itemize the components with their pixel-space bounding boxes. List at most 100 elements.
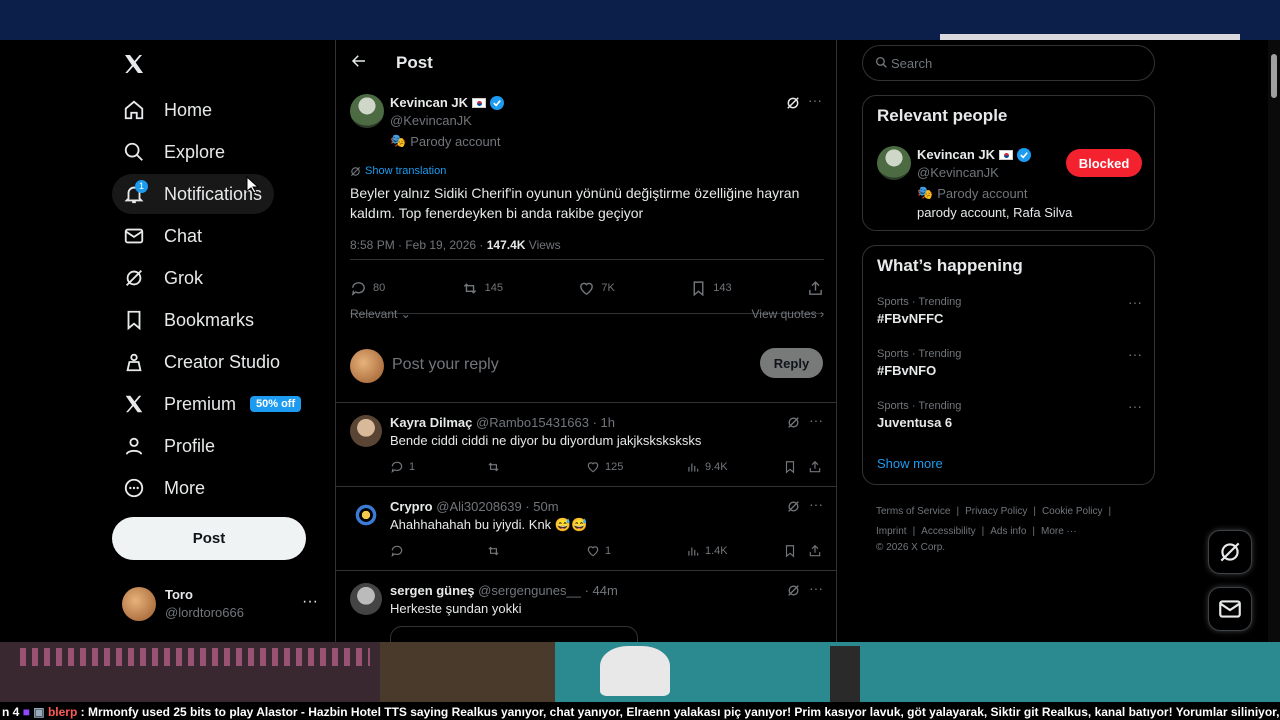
share-action[interactable] — [808, 544, 822, 558]
footer-link[interactable]: Imprint — [876, 526, 907, 537]
post-time[interactable]: 8:58 PM · Feb 19, 2026 · — [350, 238, 487, 252]
reply-author-handle[interactable]: @Ali30208639 — [436, 499, 521, 514]
more-dots-icon[interactable]: ··· — [302, 593, 318, 611]
nav-explore[interactable]: Explore — [112, 132, 237, 172]
nav-profile[interactable]: Profile — [112, 426, 227, 466]
reply-button[interactable]: Reply — [760, 348, 823, 378]
reply-media[interactable] — [390, 626, 638, 642]
page-scrollbar[interactable] — [1268, 40, 1280, 642]
x-logo-icon[interactable] — [122, 52, 146, 76]
left-nav: Home Explore 1 Notifications Chat Grok B… — [110, 40, 335, 642]
reply-item[interactable]: Kayra Dilmaç @Rambo15431663 · 1h ··· Ben… — [336, 402, 836, 486]
reply-author-name[interactable]: sergen güneş — [390, 583, 475, 598]
author-handle[interactable]: @KevincanJK — [390, 113, 472, 128]
reply-item[interactable]: Crypro @Ali30208639 · 50m ··· Ahahhahaha… — [336, 486, 836, 570]
nav-more-label: More — [164, 477, 206, 498]
nav-home-label: Home — [164, 99, 213, 120]
grok-icon[interactable] — [787, 584, 800, 602]
nav-home[interactable]: Home — [112, 90, 224, 130]
messages-floating-button[interactable] — [1208, 587, 1252, 631]
nav-chat[interactable]: Chat — [112, 216, 214, 256]
search-input[interactable]: Search — [862, 45, 1155, 81]
more-options-icon[interactable]: ··· — [809, 580, 823, 596]
author-name-row[interactable]: Kevincan JK — [390, 95, 505, 110]
share-action[interactable] — [808, 460, 822, 474]
more-options-icon[interactable]: ··· — [1128, 346, 1142, 362]
reply-item[interactable]: sergen güneş @sergengunes__ · 44m ··· He… — [336, 570, 836, 642]
grok-icon[interactable] — [787, 500, 800, 518]
show-translation-link[interactable]: Show translation — [350, 165, 446, 177]
more-options-icon[interactable]: ··· — [1128, 398, 1142, 414]
like-action[interactable]: 1 — [586, 544, 611, 558]
nav-bookmarks[interactable]: Bookmarks — [112, 300, 266, 340]
heart-icon — [587, 546, 599, 557]
reply-input[interactable]: Post your reply — [392, 356, 499, 374]
nav-grok[interactable]: Grok — [112, 258, 215, 298]
more-options-icon[interactable]: ··· — [809, 496, 823, 512]
avatar[interactable] — [877, 146, 911, 180]
grok-icon[interactable] — [786, 96, 800, 115]
reply-action[interactable]: 1 — [390, 460, 415, 474]
bookmark-action[interactable]: 143 — [690, 280, 732, 297]
repost-action[interactable] — [486, 544, 506, 558]
account-switcher[interactable]: Toro @lordtoro666 ··· — [120, 585, 330, 625]
relevant-bio: parody account, Rafa Silva — [917, 205, 1073, 220]
trend-item[interactable]: Sports · Trending #FBvNFO ··· — [877, 346, 1142, 388]
footer-link[interactable]: Accessibility — [921, 526, 975, 537]
reply-action[interactable]: 80 — [350, 280, 385, 297]
footer-link[interactable]: Cookie Policy — [1042, 506, 1103, 517]
blocked-button[interactable]: Blocked — [1066, 149, 1142, 177]
sort-dropdown[interactable]: Relevant ⌄ — [350, 307, 411, 321]
avatar[interactable] — [350, 499, 382, 531]
share-action[interactable] — [807, 280, 824, 297]
show-more-link[interactable]: Show more — [877, 456, 943, 471]
avatar — [122, 587, 156, 621]
views-action[interactable]: 1.4K — [686, 544, 728, 558]
nav-more[interactable]: More — [112, 468, 217, 508]
grok-icon[interactable] — [787, 416, 800, 434]
repost-action[interactable]: 145 — [461, 280, 503, 297]
footer-link[interactable]: Terms of Service — [876, 506, 950, 517]
trend-item[interactable]: Sports · Trending Juventusa 6 ··· — [877, 398, 1142, 440]
bookmark-action[interactable] — [783, 460, 797, 474]
parody-text: Parody account — [937, 185, 1028, 201]
grok-floating-button[interactable] — [1208, 530, 1252, 574]
relevant-people-card: Relevant people Kevincan JK @KevincanJK … — [862, 95, 1155, 231]
reply-count: 1 — [409, 461, 416, 473]
more-options-icon[interactable]: ··· — [808, 92, 822, 108]
nav-creator-studio[interactable]: Creator Studio — [112, 342, 292, 382]
footer-link[interactable]: Ads info — [990, 526, 1026, 537]
avatar[interactable] — [350, 415, 382, 447]
repost-action[interactable] — [486, 460, 506, 474]
trend-item[interactable]: Sports · Trending #FBvNFFC ··· — [877, 294, 1142, 336]
nav-explore-label: Explore — [164, 141, 226, 162]
reply-author-handle[interactable]: @sergengunes__ — [478, 583, 581, 598]
more-options-icon[interactable]: ··· — [1128, 294, 1142, 310]
reply-author-name[interactable]: Crypro — [390, 499, 433, 514]
like-action[interactable]: 125 — [586, 460, 623, 474]
reply-author-handle[interactable]: @Rambo15431663 — [476, 415, 589, 430]
game-scene-pattern — [20, 648, 370, 666]
author-avatar[interactable] — [350, 94, 384, 128]
avatar[interactable] — [350, 583, 382, 615]
chevron-right-icon: › — [820, 307, 824, 321]
trend-title: #FBvNFO — [877, 363, 937, 378]
footer-link[interactable]: More ··· — [1041, 526, 1077, 537]
like-action[interactable]: 7K — [578, 280, 615, 297]
reply-action[interactable] — [390, 544, 409, 558]
bookmark-action[interactable] — [783, 544, 797, 558]
view-quotes-link[interactable]: View quotes › — [752, 307, 825, 321]
scrollbar-thumb[interactable] — [1271, 54, 1277, 98]
parody-text: Parody account — [410, 133, 501, 149]
reply-actions: 1 1.4K — [390, 544, 824, 560]
footer-link[interactable]: Privacy Policy — [965, 506, 1027, 517]
relevant-name-row[interactable]: Kevincan JK — [917, 147, 1032, 162]
compose-post-button[interactable]: Post — [112, 517, 306, 560]
views-action[interactable]: 9.4K — [686, 460, 728, 474]
more-options-icon[interactable]: ··· — [809, 412, 823, 428]
back-arrow-icon[interactable] — [350, 52, 368, 75]
nav-premium[interactable]: Premium 50% off — [112, 384, 313, 424]
grok-icon — [1220, 542, 1240, 562]
reply-author-name[interactable]: Kayra Dilmaç — [390, 415, 472, 430]
relevant-handle[interactable]: @KevincanJK — [917, 165, 999, 180]
